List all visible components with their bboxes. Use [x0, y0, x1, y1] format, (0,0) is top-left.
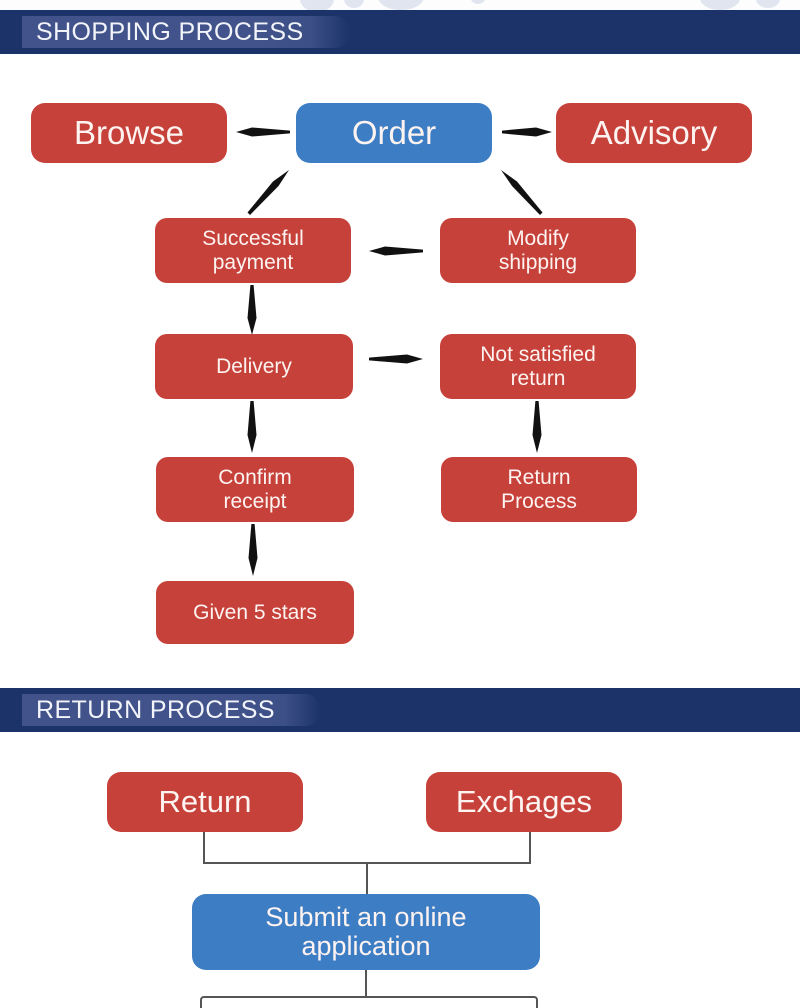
node-submit-online-application-label-line2: application [301, 931, 431, 961]
node-order[interactable]: Order [296, 103, 492, 163]
section-title-return-process: RETURN PROCESS [36, 696, 275, 724]
node-delivery-label: Delivery [216, 354, 292, 378]
node-given-5-stars[interactable]: Given 5 stars [156, 581, 354, 644]
node-return-process[interactable]: Return Process [441, 457, 637, 522]
arrow-successful-payment-to-order [247, 170, 289, 215]
node-submit-online-application-label-line1: Submit an online [265, 901, 467, 932]
node-successful-payment-label-line2: payment [212, 250, 294, 274]
arrow-confirm-receipt-to-given-5-stars [248, 524, 258, 576]
node-confirm-receipt-label-line1: Confirm [218, 465, 292, 489]
node-return[interactable]: Return [107, 772, 303, 832]
arrow-order-to-modify-shipping [501, 170, 543, 215]
node-browse[interactable]: Browse [31, 103, 227, 163]
arrow-order-to-browse [236, 127, 290, 137]
bracket-merge-to-submit [203, 832, 533, 894]
node-not-satisfied-return-label-line1: Not satisfied [480, 342, 596, 366]
flowchart-page: SHOPPING PROCESS Browse Order Advisory S… [0, 0, 800, 1008]
section-header-return-process: RETURN PROCESS [0, 688, 800, 732]
node-browse-label: Browse [73, 113, 185, 151]
node-successful-payment-label-line1: Successful [202, 226, 304, 250]
node-modify-shipping-label-line1: Modify [507, 226, 569, 250]
ribbon-shopping-process: SHOPPING PROCESS [22, 16, 350, 48]
node-modify-shipping-label-line2: shipping [498, 250, 578, 274]
node-exchages[interactable]: Exchages [426, 772, 622, 832]
node-next-step-cut-off[interactable] [200, 996, 538, 1008]
node-exchages-label: Exchages [455, 783, 593, 819]
node-order-label: Order [351, 113, 437, 151]
node-return-label: Return [158, 783, 252, 819]
section-header-shopping-process: SHOPPING PROCESS [0, 10, 800, 54]
section-title-shopping-process: SHOPPING PROCESS [36, 18, 304, 46]
node-successful-payment[interactable]: Successful payment [155, 218, 351, 283]
arrow-not-satisfied-return-to-return-process [532, 401, 542, 453]
arrow-delivery-to-not-satisfied-return [369, 354, 423, 364]
node-return-process-label-line1: Return [507, 465, 571, 489]
node-confirm-receipt-label-line2: receipt [223, 489, 287, 513]
ribbon-return-process: RETURN PROCESS [22, 694, 321, 726]
node-modify-shipping[interactable]: Modify shipping [440, 218, 636, 283]
node-not-satisfied-return[interactable]: Not satisfied return [440, 334, 636, 399]
node-return-process-label-line2: Process [501, 489, 577, 513]
arrow-order-to-advisory [502, 127, 552, 137]
node-given-5-stars-label: Given 5 stars [193, 600, 317, 624]
node-advisory-label: Advisory [590, 113, 718, 151]
node-delivery[interactable]: Delivery [155, 334, 353, 399]
node-confirm-receipt[interactable]: Confirm receipt [156, 457, 354, 522]
arrow-delivery-to-confirm-receipt [247, 401, 257, 453]
node-not-satisfied-return-label-line2: return [510, 366, 566, 390]
node-advisory[interactable]: Advisory [556, 103, 752, 163]
node-submit-online-application[interactable]: Submit an online application [192, 894, 540, 970]
arrow-modify-shipping-to-successful-payment [369, 246, 423, 256]
arrow-successful-payment-to-delivery [247, 285, 257, 335]
